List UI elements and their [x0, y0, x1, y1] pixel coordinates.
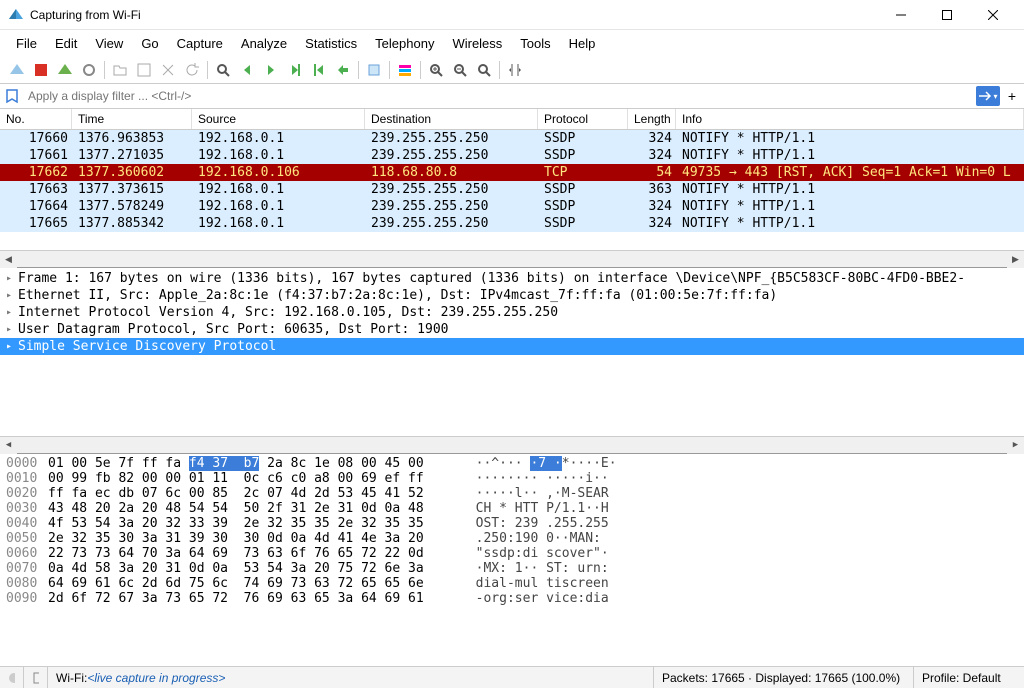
packet-list-hscroll[interactable]: ◀ ▶: [0, 250, 1024, 267]
open-file-button[interactable]: [109, 59, 131, 81]
col-header-source[interactable]: Source: [192, 109, 365, 129]
status-packet-count: Packets: 17665 · Displayed: 17665 (100.0…: [654, 667, 914, 688]
detail-ip[interactable]: ▸Internet Protocol Version 4, Src: 192.1…: [0, 304, 1024, 321]
packet-list-body[interactable]: 176601376.963853192.168.0.1239.255.255.2…: [0, 130, 1024, 250]
packet-details-body[interactable]: ▸Frame 1: 167 bytes on wire (1336 bits),…: [0, 268, 1024, 436]
display-filter-bar: ▾ +: [0, 84, 1024, 109]
packet-row[interactable]: 176641377.578249192.168.0.1239.255.255.2…: [0, 198, 1024, 215]
toolbar-separator: [389, 61, 390, 79]
col-header-info[interactable]: Info: [676, 109, 1024, 129]
toolbar-separator: [207, 61, 208, 79]
status-profile[interactable]: Profile: Default: [914, 667, 1024, 688]
packet-bytes-pane[interactable]: 000001 00 5e 7f ff fa f4 37 b7 2a 8c 1e …: [0, 454, 1024, 666]
maximize-button[interactable]: [924, 0, 970, 30]
stop-capture-button[interactable]: [30, 59, 52, 81]
col-header-length[interactable]: Length: [628, 109, 676, 129]
go-back-button[interactable]: [236, 59, 258, 81]
details-hscroll[interactable]: ◀ ▶: [0, 436, 1024, 453]
packet-row[interactable]: 176611377.271035192.168.0.1239.255.255.2…: [0, 147, 1024, 164]
byte-line[interactable]: 001000 99 fb 82 00 00 01 11 0c c6 c0 a8 …: [0, 471, 1024, 486]
byte-line[interactable]: 000001 00 5e 7f ff fa f4 37 b7 2a 8c 1e …: [0, 456, 1024, 471]
menu-wireless[interactable]: Wireless: [444, 34, 510, 53]
capture-options-button[interactable]: [78, 59, 100, 81]
detail-udp[interactable]: ▸User Datagram Protocol, Src Port: 60635…: [0, 321, 1024, 338]
statusbar: Wi-Fi: <live capture in progress> Packet…: [0, 666, 1024, 688]
menu-edit[interactable]: Edit: [47, 34, 85, 53]
go-forward-button[interactable]: [260, 59, 282, 81]
menu-capture[interactable]: Capture: [169, 34, 231, 53]
go-last-button[interactable]: [332, 59, 354, 81]
toolbar-separator: [420, 61, 421, 79]
reload-button[interactable]: [181, 59, 203, 81]
col-header-protocol[interactable]: Protocol: [538, 109, 628, 129]
col-header-destination[interactable]: Destination: [365, 109, 538, 129]
close-button[interactable]: [970, 0, 1016, 30]
scroll-right-icon[interactable]: ▶: [1007, 437, 1024, 454]
byte-line[interactable]: 008064 69 61 6c 2d 6d 75 6c 74 69 73 63 …: [0, 576, 1024, 591]
go-to-packet-button[interactable]: [284, 59, 306, 81]
packet-row[interactable]: 176601376.963853192.168.0.1239.255.255.2…: [0, 130, 1024, 147]
save-file-button[interactable]: [133, 59, 155, 81]
zoom-reset-button[interactable]: [473, 59, 495, 81]
packet-details-pane: ▸Frame 1: 167 bytes on wire (1336 bits),…: [0, 268, 1024, 454]
apply-filter-button[interactable]: ▾: [976, 86, 1000, 106]
packet-list-pane: No. Time Source Destination Protocol Len…: [0, 109, 1024, 268]
packet-row[interactable]: 176651377.885342192.168.0.1239.255.255.2…: [0, 215, 1024, 232]
byte-line[interactable]: 00700a 4d 58 3a 20 31 0d 0a 53 54 3a 20 …: [0, 561, 1024, 576]
close-file-button[interactable]: [157, 59, 179, 81]
menubar: File Edit View Go Capture Analyze Statis…: [0, 30, 1024, 57]
auto-scroll-button[interactable]: [363, 59, 385, 81]
menu-file[interactable]: File: [8, 34, 45, 53]
menu-view[interactable]: View: [87, 34, 131, 53]
toolbar-separator: [104, 61, 105, 79]
zoom-in-button[interactable]: [425, 59, 447, 81]
byte-line[interactable]: 00502e 32 35 30 3a 31 39 30 30 0d 0a 4d …: [0, 531, 1024, 546]
start-capture-button[interactable]: [6, 59, 28, 81]
detail-frame[interactable]: ▸Frame 1: 167 bytes on wire (1336 bits),…: [0, 270, 1024, 287]
bookmark-filter-icon[interactable]: [4, 88, 20, 104]
byte-line[interactable]: 00404f 53 54 3a 20 32 33 39 2e 32 35 35 …: [0, 516, 1024, 531]
byte-line[interactable]: 00902d 6f 72 67 3a 73 65 72 76 69 63 65 …: [0, 591, 1024, 606]
col-header-no[interactable]: No.: [0, 109, 72, 129]
add-filter-button[interactable]: +: [1004, 87, 1020, 105]
minimize-button[interactable]: [878, 0, 924, 30]
status-capture-label: Wi-Fi: <live capture in progress>: [48, 667, 654, 688]
scroll-right-icon[interactable]: ▶: [1007, 251, 1024, 268]
menu-telephony[interactable]: Telephony: [367, 34, 442, 53]
packet-list-header: No. Time Source Destination Protocol Len…: [0, 109, 1024, 130]
zoom-out-button[interactable]: [449, 59, 471, 81]
menu-tools[interactable]: Tools: [512, 34, 558, 53]
menu-go[interactable]: Go: [133, 34, 166, 53]
scroll-left-icon[interactable]: ◀: [0, 251, 17, 268]
col-header-time[interactable]: Time: [72, 109, 192, 129]
menu-analyze[interactable]: Analyze: [233, 34, 295, 53]
byte-line[interactable]: 0020ff fa ec db 07 6c 00 85 2c 07 4d 2d …: [0, 486, 1024, 501]
toolbar-separator: [499, 61, 500, 79]
packet-row[interactable]: 176621377.360602192.168.0.106118.68.80.8…: [0, 164, 1024, 181]
menu-statistics[interactable]: Statistics: [297, 34, 365, 53]
menu-help[interactable]: Help: [561, 34, 604, 53]
detail-ethernet[interactable]: ▸Ethernet II, Src: Apple_2a:8c:1e (f4:37…: [0, 287, 1024, 304]
find-packet-button[interactable]: [212, 59, 234, 81]
colorize-button[interactable]: [394, 59, 416, 81]
titlebar: Capturing from Wi-Fi: [0, 0, 1024, 30]
go-first-button[interactable]: [308, 59, 330, 81]
scroll-left-icon[interactable]: ◀: [0, 437, 17, 454]
detail-ssdp[interactable]: ▸Simple Service Discovery Protocol: [0, 338, 1024, 355]
byte-line[interactable]: 006022 73 73 64 70 3a 64 69 73 63 6f 76 …: [0, 546, 1024, 561]
main-toolbar: [0, 57, 1024, 84]
byte-line[interactable]: 003043 48 20 2a 20 48 54 54 50 2f 31 2e …: [0, 501, 1024, 516]
restart-capture-button[interactable]: [54, 59, 76, 81]
wireshark-icon: [8, 7, 24, 23]
packet-row[interactable]: 176631377.373615192.168.0.1239.255.255.2…: [0, 181, 1024, 198]
display-filter-input[interactable]: [24, 87, 972, 105]
expert-info-button[interactable]: [0, 667, 24, 688]
window-title: Capturing from Wi-Fi: [30, 8, 878, 22]
capture-file-button[interactable]: [24, 667, 48, 688]
toolbar-separator: [358, 61, 359, 79]
resize-columns-button[interactable]: [504, 59, 526, 81]
